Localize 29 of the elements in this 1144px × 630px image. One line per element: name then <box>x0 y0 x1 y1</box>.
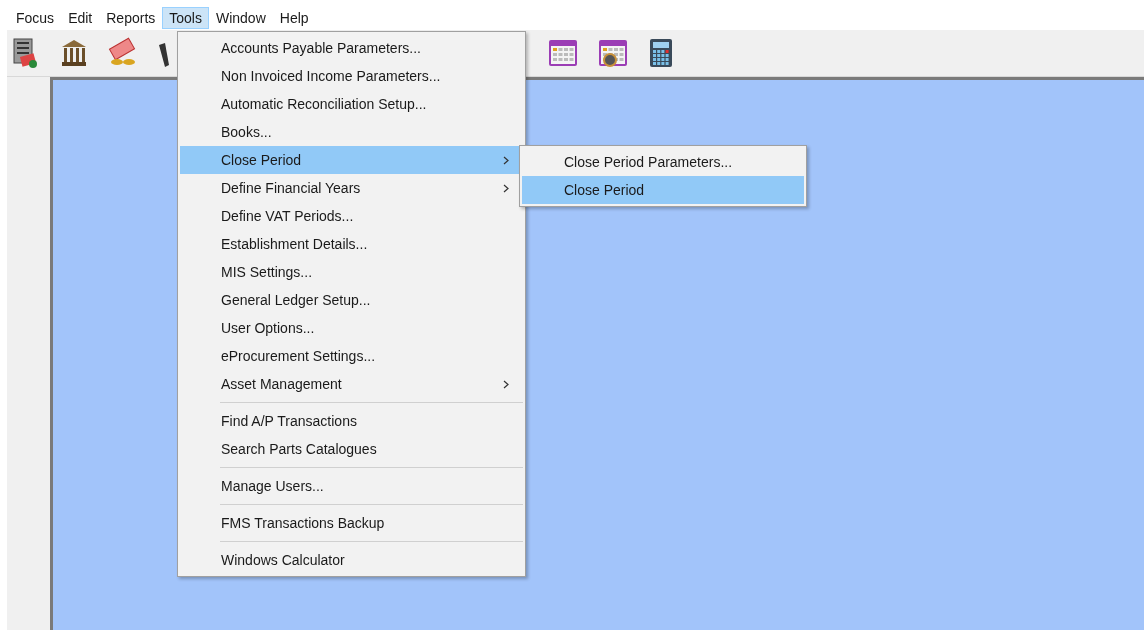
bank-building-icon[interactable] <box>59 37 89 69</box>
menu-item[interactable]: Define VAT Periods... <box>180 202 523 230</box>
menu-bar-item[interactable]: Focus <box>9 7 62 29</box>
menu-item[interactable]: Close Period Parameters... <box>522 148 804 176</box>
menu-bar-item[interactable]: Edit <box>61 7 100 29</box>
menu-item[interactable]: Automatic Reconciliation Setup... <box>180 90 523 118</box>
menu-item[interactable]: Non Invoiced Income Parameters... <box>180 62 523 90</box>
menu-item[interactable]: Manage Users... <box>180 472 523 500</box>
calculator-icon[interactable] <box>647 37 675 69</box>
year-calendar-icon[interactable] <box>547 37 579 69</box>
menu-item[interactable]: eProcurement Settings... <box>180 342 523 370</box>
menu-bar-item[interactable]: Window <box>208 7 273 29</box>
menu-item[interactable]: Establishment Details... <box>180 230 523 258</box>
menu-bar-item[interactable]: Tools <box>162 7 209 29</box>
menu-item[interactable]: Search Parts Catalogues <box>180 435 523 463</box>
menu-item[interactable]: Windows Calculator <box>180 546 523 574</box>
menu-bar-item[interactable]: Help <box>272 7 316 29</box>
menu-item[interactable]: Close Period <box>522 176 804 204</box>
menu-item[interactable]: Asset Management <box>180 370 523 398</box>
menu-item[interactable]: Define Financial Years <box>180 174 523 202</box>
menu-item[interactable]: Accounts Payable Parameters... <box>180 34 523 62</box>
menu-item[interactable]: Find A/P Transactions <box>180 407 523 435</box>
menu-item[interactable]: Books... <box>180 118 523 146</box>
menu-item[interactable]: General Ledger Setup... <box>180 286 523 314</box>
menu-item[interactable]: MIS Settings... <box>180 258 523 286</box>
menu-item[interactable]: FMS Transactions Backup <box>180 509 523 537</box>
period-calendar-lock-icon[interactable] <box>597 37 629 69</box>
menu-bar-item[interactable]: Reports <box>99 7 163 29</box>
menu-item[interactable]: User Options... <box>180 314 523 342</box>
